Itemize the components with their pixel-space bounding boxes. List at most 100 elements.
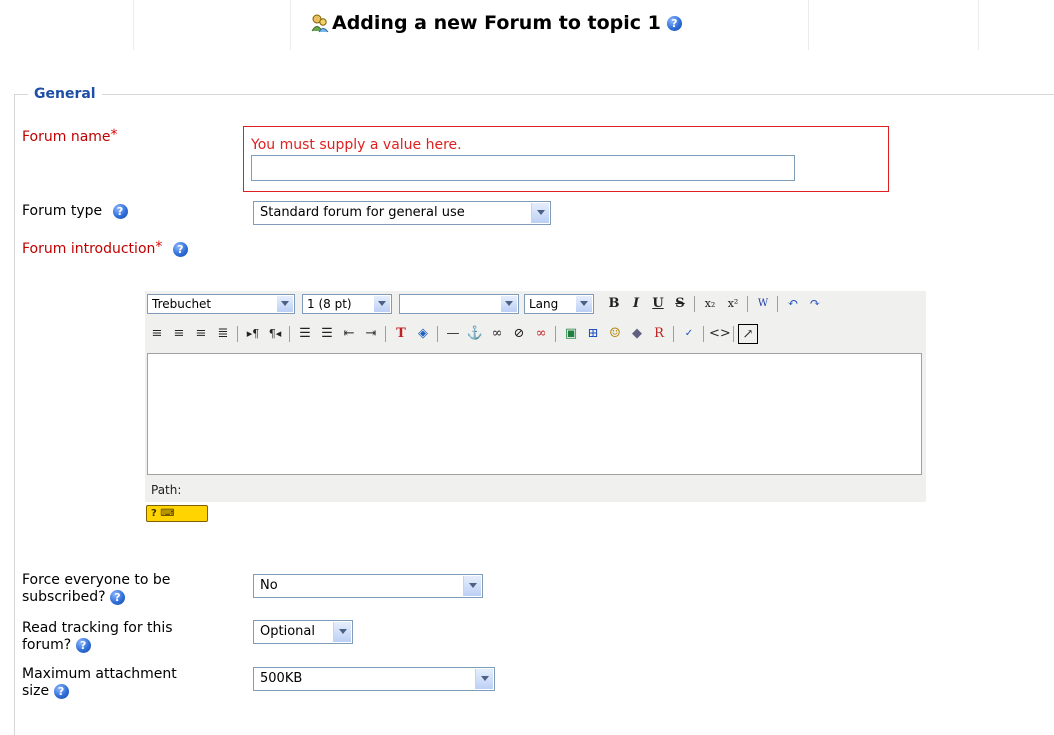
size-select[interactable]: 1 (8 pt): [302, 294, 392, 314]
superscript-icon[interactable]: x²: [723, 294, 743, 314]
divider: [385, 326, 386, 342]
forum-intro-label: Forum introduction*: [22, 239, 188, 257]
forum-name-input[interactable]: [251, 155, 795, 181]
link-icon[interactable]: ∞: [487, 324, 507, 344]
forum-name-label-text: Forum name: [22, 129, 111, 145]
style-select[interactable]: [399, 294, 519, 314]
horizontal-rule-icon[interactable]: —: [443, 324, 463, 344]
special-char-icon[interactable]: ◆: [627, 324, 647, 344]
keyboard-help-button[interactable]: ? ⌨: [146, 505, 208, 522]
force-subscribe-value: No: [260, 578, 278, 593]
nolink-icon[interactable]: ∞: [531, 324, 551, 344]
page-title: Adding a new Forum to topic 1: [310, 12, 682, 34]
chevron-down-icon: [501, 296, 517, 312]
fullscreen-icon[interactable]: ↗: [738, 324, 758, 344]
divider: [673, 326, 674, 342]
undo-icon[interactable]: ↶: [783, 294, 803, 314]
search-replace-icon[interactable]: R: [649, 324, 669, 344]
italic-icon[interactable]: I: [626, 294, 646, 314]
bold-icon[interactable]: B: [604, 294, 624, 314]
ordered-list-icon[interactable]: ☰: [295, 324, 315, 344]
read-tracking-label-line2: forum?: [22, 637, 72, 653]
forum-type-value: Standard forum for general use: [260, 205, 465, 220]
required-mark: *: [110, 127, 118, 143]
paste-word-icon[interactable]: W: [753, 294, 773, 314]
help-icon[interactable]: [75, 637, 91, 653]
forum-intro-label-text: Forum introduction: [22, 241, 156, 257]
help-icon[interactable]: [53, 683, 69, 699]
read-tracking-label-line1: Read tracking for this: [22, 620, 173, 636]
max-attachment-value: 500KB: [260, 671, 303, 686]
align-center-icon[interactable]: ≡: [169, 324, 189, 344]
editor-toolbar-row-2: ≡ ≡ ≡ ≣ ▸¶ ¶◂ ☰ ☰ ⇤ ⇥ T ◈ — ⚓ ∞ ⊘ ∞ ▣ ⊞ …: [145, 321, 926, 347]
font-select[interactable]: Trebuchet: [147, 294, 295, 314]
max-attachment-select[interactable]: 500KB: [253, 667, 495, 691]
outdent-icon[interactable]: ⇤: [339, 324, 359, 344]
chevron-down-icon: [475, 669, 493, 689]
editor-path-label: Path:: [151, 483, 182, 497]
forum-name-label: Forum name*: [22, 127, 118, 145]
size-value: 1 (8 pt): [307, 297, 352, 311]
page-title-text: Adding a new Forum to topic 1: [332, 12, 661, 34]
chevron-down-icon: [333, 622, 351, 642]
unlink-icon[interactable]: ⊘: [509, 324, 529, 344]
chevron-down-icon: [463, 576, 481, 596]
help-icon[interactable]: [109, 589, 125, 605]
justify-icon[interactable]: ≣: [213, 324, 233, 344]
help-icon[interactable]: [666, 15, 682, 31]
read-tracking-value: Optional: [260, 624, 315, 639]
text-color-icon[interactable]: T: [391, 324, 411, 344]
max-attachment-label-line2: size: [22, 683, 50, 699]
underline-icon[interactable]: U: [648, 294, 668, 314]
forum-name-error: You must supply a value here.: [251, 137, 462, 153]
divider: [237, 326, 238, 342]
lang-select[interactable]: Lang: [524, 294, 594, 314]
spellcheck-icon[interactable]: ✓: [679, 324, 699, 344]
divider: [694, 296, 695, 312]
divider: [290, 0, 291, 50]
general-legend[interactable]: General: [28, 86, 102, 102]
divider: [978, 0, 979, 50]
unordered-list-icon[interactable]: ☰: [317, 324, 337, 344]
divider: [808, 0, 809, 50]
required-mark: *: [155, 239, 163, 255]
divider: [555, 326, 556, 342]
page-header: Adding a new Forum to topic 1: [0, 0, 1054, 50]
divider: [747, 296, 748, 312]
align-right-icon[interactable]: ≡: [191, 324, 211, 344]
divider: [437, 326, 438, 342]
forum-type-label: Forum type: [22, 203, 128, 219]
chevron-down-icon: [374, 296, 390, 312]
html-source-icon[interactable]: <>: [709, 324, 731, 344]
chevron-down-icon: [576, 296, 592, 312]
help-icon[interactable]: [172, 241, 188, 257]
smiley-icon[interactable]: ☺: [605, 324, 625, 344]
background-color-icon[interactable]: ◈: [413, 324, 433, 344]
editor-toolbar-row-1: Trebuchet 1 (8 pt) Lang B I U S x₂ x² W …: [145, 291, 926, 317]
read-tracking-label: Read tracking for this forum?: [22, 620, 173, 654]
rtl-icon[interactable]: ¶◂: [265, 324, 285, 344]
table-icon[interactable]: ⊞: [583, 324, 603, 344]
font-value: Trebuchet: [152, 297, 212, 311]
force-subscribe-select[interactable]: No: [253, 574, 483, 598]
forum-icon: [310, 13, 330, 33]
force-subscribe-label: Force everyone to be subscribed?: [22, 572, 170, 606]
subscript-icon[interactable]: x₂: [700, 294, 720, 314]
anchor-icon[interactable]: ⚓: [465, 324, 485, 344]
strikethrough-icon[interactable]: S: [670, 294, 690, 314]
chevron-down-icon: [531, 203, 549, 223]
image-icon[interactable]: ▣: [561, 324, 581, 344]
read-tracking-select[interactable]: Optional: [253, 620, 353, 644]
editor-text-area[interactable]: [147, 353, 922, 475]
chevron-down-icon: [277, 296, 293, 312]
redo-icon[interactable]: ↷: [805, 294, 825, 314]
divider: [733, 326, 734, 342]
align-left-icon[interactable]: ≡: [147, 324, 167, 344]
help-icon[interactable]: [112, 203, 128, 219]
indent-icon[interactable]: ⇥: [361, 324, 381, 344]
ltr-icon[interactable]: ▸¶: [243, 324, 263, 344]
forum-type-select[interactable]: Standard forum for general use: [253, 201, 551, 225]
divider: [703, 326, 704, 342]
forum-type-label-text: Forum type: [22, 203, 103, 219]
max-attachment-label: Maximum attachment size: [22, 666, 177, 700]
